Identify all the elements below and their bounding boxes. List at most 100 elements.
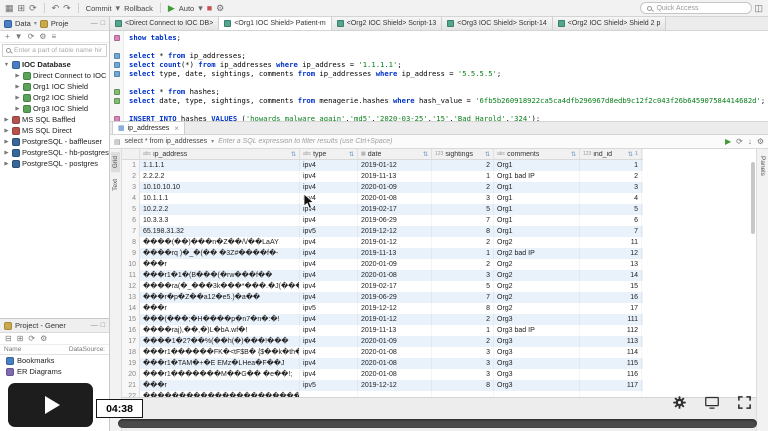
cell-ip_address[interactable]: ���r1�������M��G�� �e��!;	[140, 369, 300, 380]
table-row[interactable]: 12 ����ra(�_���3k���*���.�J(���� ipv4 2019-…	[122, 281, 643, 292]
table-row[interactable]: 2 2.2.2.2 ipv4 2019-11-13 1 Org1 bad IP 2	[122, 171, 643, 182]
more-icon[interactable]: ≡	[51, 32, 56, 41]
project-item-bookmarks[interactable]: Bookmarks	[0, 355, 109, 366]
minimize-icon[interactable]: —	[91, 20, 98, 27]
cell-date[interactable]: 2020-01-09	[358, 259, 432, 270]
run-statement-icon[interactable]	[113, 70, 120, 77]
column-header-sightings[interactable]: 123 sightings ⇅	[432, 149, 494, 159]
filter-input[interactable]: Enter a SQL expression to filter results…	[218, 138, 721, 145]
cell-sightings[interactable]: 5	[432, 204, 494, 215]
column-header-comments[interactable]: abc comments ⇅	[494, 149, 580, 159]
rollback-button[interactable]: Rollback	[124, 4, 153, 13]
cell-date[interactable]: 2019-12-12	[358, 303, 432, 314]
cell-ip_address[interactable]: ����ra(�_���3k���*���.�J(����	[140, 281, 300, 292]
column-header-type[interactable]: abc type ⇅	[300, 149, 358, 159]
table-row[interactable]: 11 ���r1�1�(B���(�rw���f�� ipv4 2020-01-08 3…	[122, 270, 643, 281]
auto-dropdown-icon[interactable]: ▾	[198, 3, 203, 13]
tree-item-postgresql-postgres[interactable]: ▶ PostgreSQL - postgres	[0, 158, 109, 169]
tree-item-postgresql-baffleuser[interactable]: ▶ PostgreSQL - baffleuser	[0, 136, 109, 147]
cell-date[interactable]: 2019-01-12	[358, 314, 432, 325]
run-statement-icon[interactable]	[113, 97, 120, 104]
tree-expand-icon[interactable]: ▶	[3, 150, 10, 156]
sql-editor[interactable]: show tables; select * from ip_addresses; s…	[110, 31, 768, 122]
undo-icon[interactable]: ↶	[52, 3, 60, 13]
cell-date[interactable]: 2020-01-08	[358, 358, 432, 369]
cell-sightings[interactable]: 2	[432, 160, 494, 171]
cell-ip_address[interactable]: ����(��)���n�Z��/\/��LaAY	[140, 237, 300, 248]
cell-date[interactable]: 2019-02-17	[358, 281, 432, 292]
sort-filter-icon[interactable]: ⇅	[423, 151, 428, 158]
sql-code[interactable]: show tables; select * from ip_addresses; s…	[124, 31, 768, 121]
tree-item-org3-ioc-shield[interactable]: ▶ Org3 IOC Shield	[0, 103, 109, 114]
results-tab[interactable]: ▦ ip_addresses ×	[112, 121, 185, 134]
video-progress-bar[interactable]	[118, 419, 757, 428]
commit-dropdown-icon[interactable]: ▾	[116, 3, 121, 13]
cell-type[interactable]: ipv4	[300, 336, 358, 347]
cell-ip_address[interactable]: ��������������������������������	[140, 391, 300, 397]
cell-ind_id[interactable]: 2	[580, 171, 642, 182]
cell-ind_id[interactable]: 5	[580, 204, 642, 215]
window-layout-icon[interactable]: ◫	[754, 3, 763, 13]
cell-type[interactable]: ipv4	[300, 248, 358, 259]
rerun-icon[interactable]: ▶	[725, 137, 731, 146]
cell-comments[interactable]: Org2	[494, 237, 580, 248]
table-row[interactable]: 17 ����1�2?��%(��h(�)���!��� ipv4 2020-01-0…	[122, 336, 643, 347]
tree-item-ms-sql-direct[interactable]: ▶ MS SQL Direct	[0, 125, 109, 136]
cell-ip_address[interactable]: 10.3.3.3	[140, 215, 300, 226]
table-row[interactable]: 15 ���(���;�H����p�n7�n�:�! ipv4 2019-01-12…	[122, 314, 643, 325]
cell-ind_id[interactable]: 112	[580, 325, 642, 336]
tree-expand-icon[interactable]: ▼	[3, 62, 10, 68]
cell-date[interactable]: 2019-06-29	[358, 292, 432, 303]
fullscreen-icon[interactable]	[737, 395, 752, 410]
cell-sightings[interactable]: 7	[432, 292, 494, 303]
tree-expand-icon[interactable]: ▶	[3, 139, 10, 145]
editor-tab[interactable]: <Org1 IOC Shield> Patient-m	[219, 17, 332, 30]
table-row[interactable]: 20 ���r1�������M��G�� �e��!; ipv4 2020-01-0…	[122, 369, 643, 380]
cell-type[interactable]: ipv5	[300, 226, 358, 237]
tree-expand-icon[interactable]: ▶	[14, 95, 21, 101]
cell-date[interactable]	[358, 391, 432, 397]
tree-expand-icon[interactable]: ▶	[14, 84, 21, 90]
cell-comments[interactable]: Org3	[494, 369, 580, 380]
cell-type[interactable]: ipv4	[300, 292, 358, 303]
cell-ind_id[interactable]: 111	[580, 314, 642, 325]
cell-sightings[interactable]: 8	[432, 303, 494, 314]
cell-ind_id[interactable]: 16	[580, 292, 642, 303]
cell-comments[interactable]: Org2 bad IP	[494, 248, 580, 259]
tree-item-ioc-database[interactable]: ▼ IOC Database	[0, 59, 109, 70]
commit-button[interactable]: Commit	[86, 4, 112, 13]
tab-project[interactable]: Proje	[51, 19, 69, 28]
editor-tab[interactable]: <Org3 IOC Shield> Script-14	[442, 17, 553, 30]
chevron-down-icon[interactable]: ▾	[211, 138, 214, 145]
cell-date[interactable]: 2020-01-08	[358, 347, 432, 358]
gear-icon[interactable]	[672, 395, 687, 410]
video-play-button[interactable]	[8, 383, 93, 427]
cell-date[interactable]: 2020-01-09	[358, 336, 432, 347]
cell-sightings[interactable]: 3	[432, 347, 494, 358]
cell-type[interactable]: ipv4	[300, 160, 358, 171]
cell-type[interactable]: ipv4	[300, 237, 358, 248]
cell-date[interactable]: 2020-01-09	[358, 182, 432, 193]
cell-type[interactable]: ipv4	[300, 171, 358, 182]
cell-type[interactable]: ipv4	[300, 215, 358, 226]
cell-comments[interactable]: Org3	[494, 336, 580, 347]
tree-expand-icon[interactable]: ▶	[14, 73, 21, 79]
run-statement-icon[interactable]	[113, 52, 120, 59]
tab-grid[interactable]: Grid	[111, 152, 120, 173]
editor-tab[interactable]: <Org2 IOC Shield> Script-13	[331, 17, 443, 30]
cell-comments[interactable]: Org1	[494, 204, 580, 215]
cell-comments[interactable]: Org1	[494, 160, 580, 171]
cell-comments[interactable]: Org3	[494, 314, 580, 325]
cell-ind_id[interactable]: 116	[580, 369, 642, 380]
statement-label[interactable]: select * from ip_addresses	[125, 138, 207, 145]
table-row[interactable]: 19 ���r1�TAM�+�E EMz�LHea�F��J ipv4 2020-01…	[122, 358, 643, 369]
results-settings-icon[interactable]: ⚙	[757, 137, 764, 146]
tree-expand-icon[interactable]: ▶	[3, 161, 10, 167]
cell-ind_id[interactable]: 113	[580, 336, 642, 347]
table-row[interactable]: 10 ���r ipv4 2020-01-09 2 Org2 13	[122, 259, 643, 270]
cell-ind_id[interactable]: 114	[580, 347, 642, 358]
cell-ind_id[interactable]: 6	[580, 215, 642, 226]
cell-ip_address[interactable]: ���r	[140, 303, 300, 314]
cell-ind_id[interactable]: 17	[580, 303, 642, 314]
sort-filter-icon[interactable]: ⇅	[571, 151, 576, 158]
